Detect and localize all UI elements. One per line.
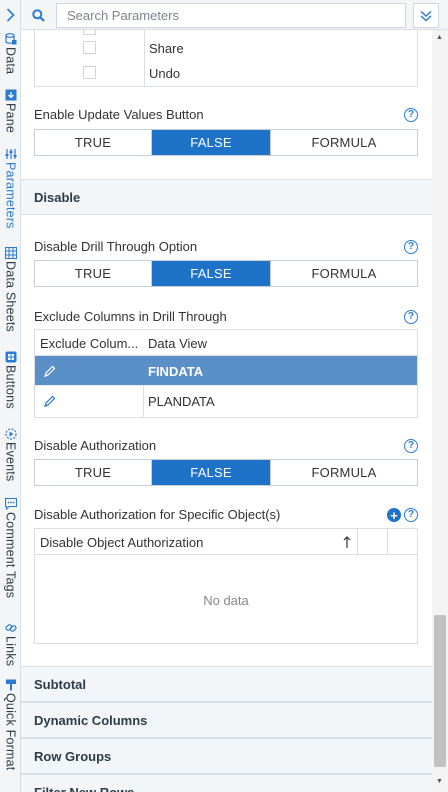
grid-header: Exclude Colum... Data View: [35, 330, 417, 356]
option-true[interactable]: TRUE: [35, 130, 152, 155]
parameters-content: Share Undo Enable Update Values Button ?…: [21, 30, 432, 792]
option-false[interactable]: FALSE: [152, 130, 271, 155]
help-icon[interactable]: ?: [404, 439, 418, 453]
search-icon[interactable]: [21, 0, 55, 30]
tab-data-sheets-label: Data Sheets: [3, 261, 18, 332]
option-formula[interactable]: FORMULA: [271, 261, 417, 286]
exclude-columns-grid: Exclude Colum... Data View FINDATA PLAND…: [34, 329, 418, 418]
section-disable[interactable]: Disable: [21, 179, 432, 215]
column-divider: [144, 30, 145, 86]
checkbox-share-label: Share: [149, 41, 184, 56]
checkbox-share[interactable]: [83, 41, 96, 54]
disable-auth-toggle: TRUE FALSE FORMULA: [34, 459, 418, 486]
section-filter-new-rows[interactable]: Filter New Rows: [21, 774, 432, 792]
tab-buttons[interactable]: Buttons: [0, 350, 21, 409]
buttons-icon: [4, 350, 17, 363]
section-row-groups[interactable]: Row Groups: [21, 738, 432, 774]
format-icon: [4, 678, 17, 691]
help-icon[interactable]: ?: [404, 310, 418, 324]
empty-state-text: No data: [203, 593, 249, 608]
pane-icon: [4, 88, 17, 101]
disable-auth-objects-label: Disable Authorization for Specific Objec…: [34, 507, 281, 522]
grid-column-divider: [387, 529, 388, 555]
events-icon: [4, 427, 17, 440]
tab-data-sheets[interactable]: Data Sheets: [0, 246, 21, 332]
tab-quick-format[interactable]: Quick Format: [0, 678, 21, 770]
scroll-down-arrow-icon[interactable]: ▼: [436, 778, 443, 785]
option-formula[interactable]: FORMULA: [271, 460, 417, 485]
toolbar-options-list: Share Undo: [34, 30, 418, 87]
enable-update-toggle: TRUE FALSE FORMULA: [34, 129, 418, 156]
sliders-icon: [4, 147, 17, 160]
tab-events[interactable]: Events: [0, 427, 21, 481]
vertical-tab-strip: Data Pane Parameters Data Sheets Buttons: [0, 0, 21, 792]
tab-comment-tags[interactable]: Comment Tags: [0, 497, 21, 598]
tab-pane-label: Pane: [3, 103, 18, 133]
section-subtotal[interactable]: Subtotal: [21, 666, 432, 702]
tab-pane[interactable]: Pane: [0, 88, 21, 133]
disable-drill-toggle: TRUE FALSE FORMULA: [34, 260, 418, 287]
tab-parameters[interactable]: Parameters: [0, 147, 21, 229]
link-icon: [4, 621, 17, 634]
sort-arrow-icon[interactable]: [337, 529, 357, 555]
option-false[interactable]: FALSE: [152, 460, 271, 485]
scroll-up-arrow-icon[interactable]: ▲: [436, 34, 443, 41]
disable-auth-objects-grid: Disable Object Authorization No data: [34, 528, 418, 644]
disable-drill-label: Disable Drill Through Option: [34, 239, 198, 254]
tab-data-label: Data: [3, 47, 18, 75]
enable-update-label: Enable Update Values Button: [34, 107, 204, 122]
disable-auth-label: Disable Authorization: [34, 438, 157, 453]
checkbox-hidden[interactable]: [83, 30, 96, 35]
expand-all-chevron-icon[interactable]: [413, 3, 439, 28]
help-icon[interactable]: ?: [404, 508, 418, 522]
tab-buttons-label: Buttons: [3, 365, 18, 409]
exclude-columns-label: Exclude Columns in Drill Through: [34, 309, 227, 324]
search-bar: [21, 0, 448, 30]
comment-icon: [4, 497, 17, 510]
database-icon: [4, 32, 17, 45]
option-formula[interactable]: FORMULA: [271, 130, 417, 155]
cell-data-view: PLANDATA: [148, 393, 215, 409]
help-icon[interactable]: ?: [404, 240, 418, 254]
sheet-icon: [4, 246, 17, 259]
header-data-view[interactable]: Data View: [143, 330, 417, 356]
tab-data[interactable]: Data: [0, 32, 21, 74]
tab-quick-format-label: Quick Format: [3, 693, 18, 771]
tab-comment-tags-label: Comment Tags: [3, 512, 18, 599]
search-input[interactable]: [56, 3, 406, 28]
edit-pencil-icon[interactable]: [43, 356, 56, 386]
tab-links[interactable]: Links: [0, 621, 21, 666]
header-exclude-columns[interactable]: Exclude Colum...: [35, 330, 143, 356]
scrollbar-thumb[interactable]: [434, 615, 446, 767]
collapse-chevron-icon[interactable]: [0, 0, 21, 30]
cell-data-view: FINDATA: [148, 363, 204, 379]
option-true[interactable]: TRUE: [35, 261, 152, 286]
parameters-panel: Data Pane Parameters Data Sheets Buttons: [0, 0, 448, 792]
edit-pencil-icon[interactable]: [43, 386, 56, 416]
checkbox-undo-label: Undo: [149, 66, 181, 81]
add-plus-icon[interactable]: +: [387, 508, 401, 522]
grid-header: Disable Object Authorization: [35, 529, 417, 555]
table-row[interactable]: FINDATA: [35, 356, 417, 386]
tab-links-label: Links: [3, 636, 18, 667]
checkbox-undo[interactable]: [83, 66, 96, 79]
help-icon[interactable]: ?: [404, 108, 418, 122]
grid-column-divider: [357, 529, 358, 555]
tab-parameters-label: Parameters: [3, 162, 18, 229]
table-row[interactable]: PLANDATA: [35, 386, 417, 416]
header-disable-object-authorization[interactable]: Disable Object Authorization: [35, 529, 355, 555]
option-false[interactable]: FALSE: [152, 261, 271, 286]
section-dynamic-columns[interactable]: Dynamic Columns: [21, 702, 432, 738]
tab-events-label: Events: [3, 442, 18, 482]
option-true[interactable]: TRUE: [35, 460, 152, 485]
